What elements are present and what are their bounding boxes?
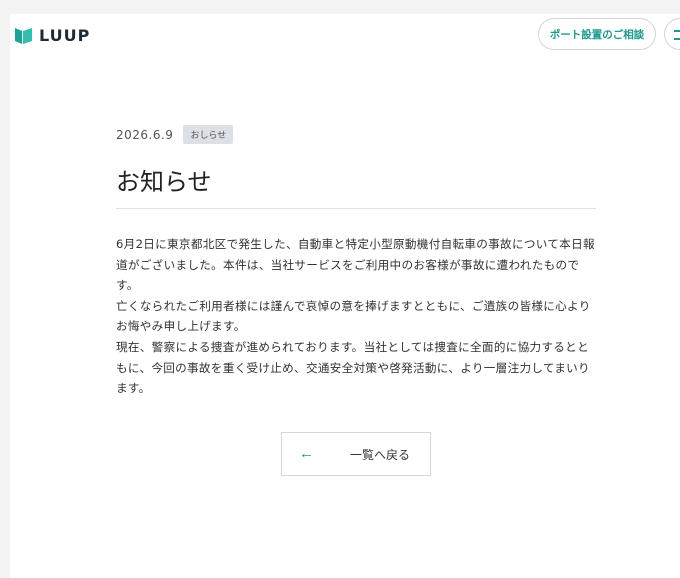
arrow-left-icon: ← — [299, 445, 314, 462]
article-meta: 2026.6.9 おしらせ — [116, 125, 234, 144]
luup-logo-icon — [15, 28, 32, 44]
page: LUUP ポート設置のご相談 2026.6.9 おしらせ お知らせ 6月2日に東… — [10, 14, 680, 578]
luup-logo[interactable]: LUUP — [14, 24, 90, 46]
paragraph: 亡くなられたご利用者様には謹んで哀悼の意を捧げますとともに、ご遺族の皆様に心より… — [116, 298, 591, 334]
category-badge: おしらせ — [183, 125, 234, 144]
menu-button[interactable] — [664, 18, 680, 50]
paragraph: 現在、警察による捜査が進められております。当社としては捜査に全面的に協力するとと… — [116, 339, 590, 396]
paragraph: 6月2日に東京都北区で発生した、自動車と特定小型原動機付自転車の事故について本日… — [116, 237, 595, 293]
back-to-list-label: 一覧へ戻る — [350, 448, 411, 462]
page-title: お知らせ — [116, 168, 212, 196]
logo-text: LUUP — [39, 25, 91, 45]
article-body: 6月2日に東京都北区で発生した、自動車と特定小型原動機付自転車の事故について本日… — [116, 234, 598, 399]
article-date: 2026.6.9 — [116, 127, 174, 142]
port-consultation-button[interactable]: ポート設置のご相談 — [538, 18, 656, 50]
title-divider — [116, 208, 596, 209]
back-to-list-button[interactable]: ← 一覧へ戻る — [281, 432, 431, 476]
